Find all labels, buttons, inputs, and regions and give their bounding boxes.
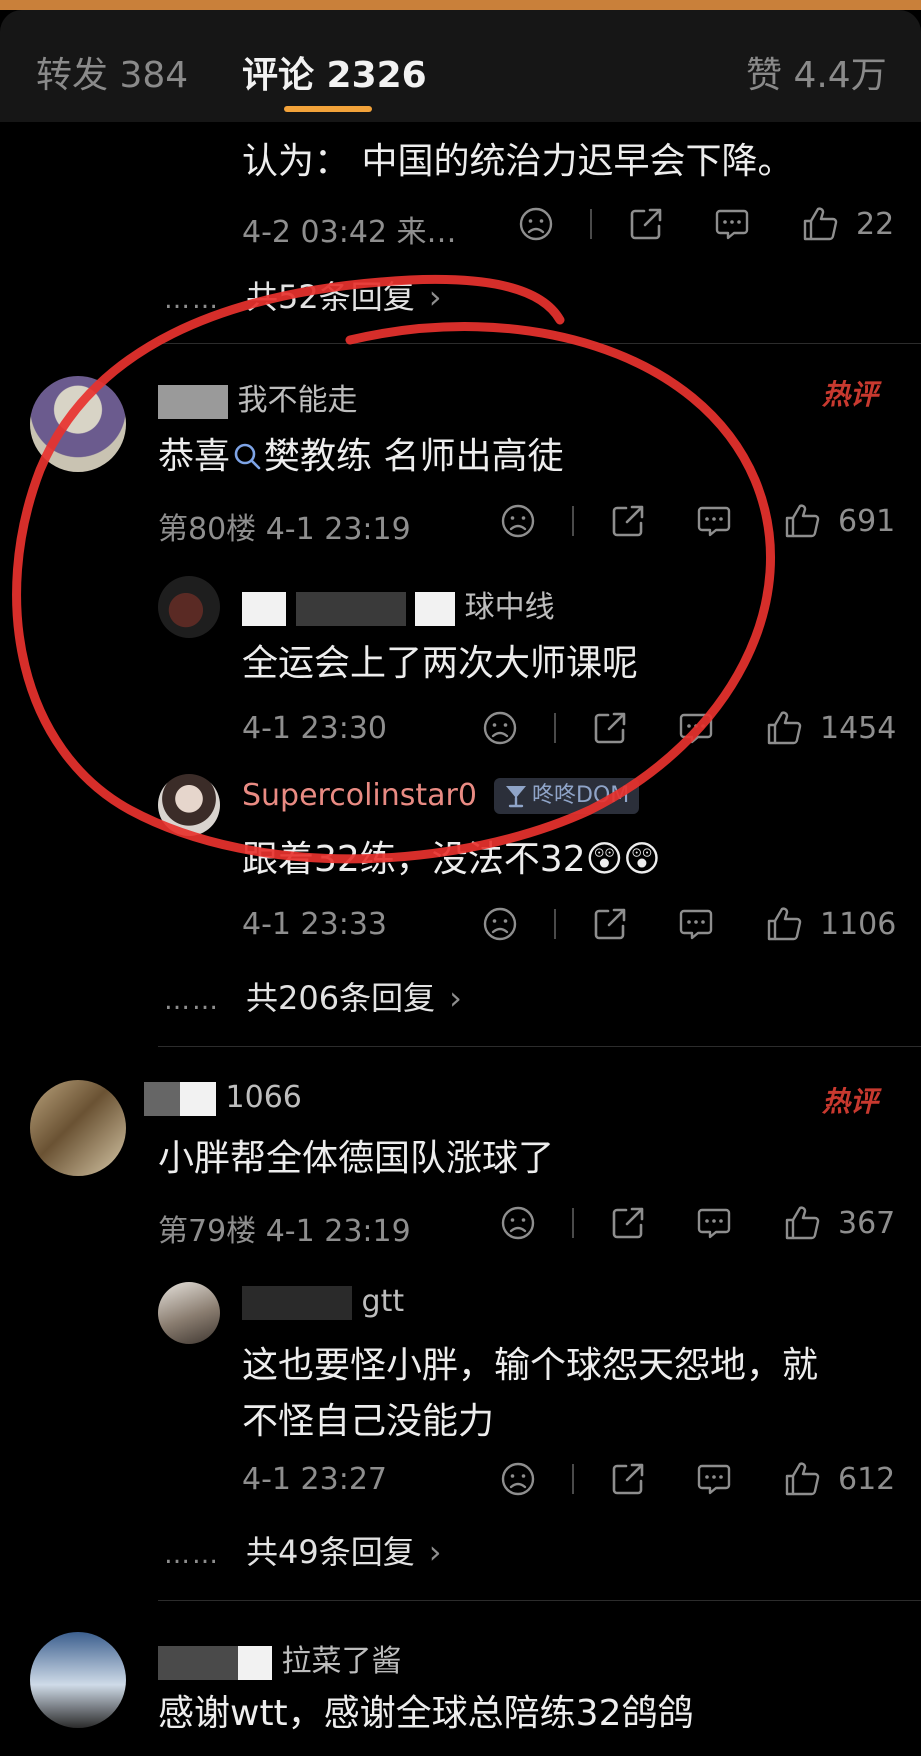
comment-icon[interactable]: [712, 204, 752, 244]
like-count: 367: [838, 1206, 896, 1241]
comment-icon[interactable]: [694, 1203, 734, 1243]
username[interactable]: 1066: [144, 1080, 302, 1116]
username[interactable]: 拉菜了酱: [158, 1636, 402, 1680]
username[interactable]: Supercolinstar0: [242, 778, 477, 813]
comment-meta: 第79楼 4-1 23:19: [158, 1214, 411, 1249]
chevron-right-icon: ›: [428, 278, 442, 316]
blurred-name: [158, 384, 228, 419]
tab-comments[interactable]: 评论 2326: [242, 46, 427, 98]
comment-meta: 第80楼 4-1 23:19: [158, 512, 411, 547]
comment-icon[interactable]: [676, 708, 716, 748]
share-icon[interactable]: [608, 501, 648, 541]
reply-text: 全运会上了两次大师课呢: [242, 643, 639, 684]
search-chip[interactable]: 樊教练: [230, 436, 372, 477]
hot-comment-badge: 热评: [822, 1085, 879, 1118]
comment-text: 感谢wtt，感谢全球总陪练32鸽鸽: [158, 1693, 694, 1734]
fan-badge: 咚咚DOM: [494, 778, 640, 814]
status-strip: [0, 0, 921, 10]
share-icon[interactable]: [590, 904, 630, 944]
more-replies-link[interactable]: …… 共52条回复 ›: [164, 272, 442, 318]
action-separator: [572, 1464, 574, 1494]
reply-meta: 4-1 23:33: [242, 907, 387, 942]
avatar[interactable]: [158, 774, 220, 836]
blurred-name: [242, 591, 286, 626]
sad-face-icon[interactable]: [498, 1459, 538, 1499]
divider: [158, 1046, 921, 1047]
blurred-name: [144, 1081, 180, 1116]
action-separator: [554, 909, 556, 939]
blurred-name: [242, 1285, 352, 1320]
like-count: 691: [838, 504, 896, 539]
like-count: 1454: [820, 711, 897, 746]
sad-face-icon[interactable]: [480, 708, 520, 748]
tab-bar: 转发 384 评论 2326 赞 4.4万: [0, 10, 921, 122]
more-replies-label: 共49条回复: [246, 1533, 415, 1571]
thumbs-up-icon[interactable]: [782, 501, 822, 541]
tab-repost[interactable]: 转发 384: [36, 46, 188, 98]
divider: [158, 343, 921, 344]
more-replies-label: 共206条回复: [246, 979, 436, 1017]
like-count: 1106: [820, 907, 897, 942]
username[interactable]: 球中线: [242, 582, 555, 626]
avatar[interactable]: [30, 1080, 126, 1176]
active-tab-indicator: [284, 106, 372, 112]
hot-comment-badge: 热评: [822, 378, 879, 411]
action-separator: [572, 1208, 574, 1238]
username[interactable]: 我不能走: [158, 375, 358, 419]
share-icon[interactable]: [608, 1459, 648, 1499]
avatar[interactable]: [158, 576, 220, 638]
comment-icon[interactable]: [676, 904, 716, 944]
action-separator: [554, 713, 556, 743]
more-replies-link[interactable]: …… 共49条回复 ›: [164, 1527, 442, 1573]
emoji: 😲😲: [585, 839, 661, 880]
comment-text: 认为： 中国的统治力迟早会下降。: [242, 141, 794, 182]
sad-face-icon[interactable]: [516, 204, 556, 244]
more-replies-link[interactable]: …… 共206条回复 ›: [164, 973, 462, 1019]
blurred-name: [415, 591, 456, 626]
share-icon[interactable]: [590, 708, 630, 748]
thumbs-up-icon[interactable]: [764, 904, 804, 944]
like-count: 22: [856, 207, 895, 242]
blurred-name: [158, 1645, 238, 1680]
reply-text: 跟着32练，没法不32😲😲: [242, 839, 661, 880]
like-count: 612: [838, 1462, 896, 1497]
comment-text: 小胖帮全体德国队涨球了: [158, 1138, 555, 1179]
thumbs-up-icon[interactable]: [764, 708, 804, 748]
action-separator: [572, 506, 574, 536]
comment-meta: 4-2 03:42 来…: [242, 215, 457, 250]
comment-icon[interactable]: [694, 501, 734, 541]
thumbs-up-icon[interactable]: [800, 204, 840, 244]
share-icon[interactable]: [626, 204, 666, 244]
avatar[interactable]: [30, 1632, 126, 1728]
sad-face-icon[interactable]: [480, 904, 520, 944]
thumbs-up-icon[interactable]: [782, 1203, 822, 1243]
tab-likes[interactable]: 赞 4.4万: [746, 46, 887, 98]
comment-icon[interactable]: [694, 1459, 734, 1499]
comment-text: 恭喜 樊教练 名师出高徒: [158, 436, 564, 477]
blurred-name: [295, 591, 406, 626]
ellipsis: ……: [164, 285, 220, 315]
search-icon: [234, 443, 261, 470]
ellipsis: ……: [164, 1540, 220, 1570]
divider: [158, 1600, 921, 1601]
sad-face-icon[interactable]: [498, 1203, 538, 1243]
username[interactable]: gtt: [242, 1284, 404, 1320]
chevron-right-icon: ›: [428, 1533, 442, 1571]
reply-meta: 4-1 23:27: [242, 1462, 387, 1497]
thumbs-up-icon[interactable]: [782, 1459, 822, 1499]
ellipsis: ……: [164, 986, 220, 1016]
reply-text-line1: 这也要怪小胖，输个球怨天怨地，就: [242, 1345, 819, 1386]
reply-meta: 4-1 23:30: [242, 711, 387, 746]
action-separator: [590, 209, 592, 239]
share-icon[interactable]: [608, 1203, 648, 1243]
more-replies-label: 共52条回复: [246, 278, 415, 316]
avatar[interactable]: [30, 376, 126, 472]
reply-text-line2: 不怪自己没能力: [242, 1401, 495, 1442]
blurred-name: [238, 1645, 272, 1680]
chevron-right-icon: ›: [449, 979, 462, 1017]
medal-icon: [506, 786, 526, 808]
avatar[interactable]: [158, 1282, 220, 1344]
sad-face-icon[interactable]: [498, 501, 538, 541]
blurred-name: [180, 1081, 216, 1116]
